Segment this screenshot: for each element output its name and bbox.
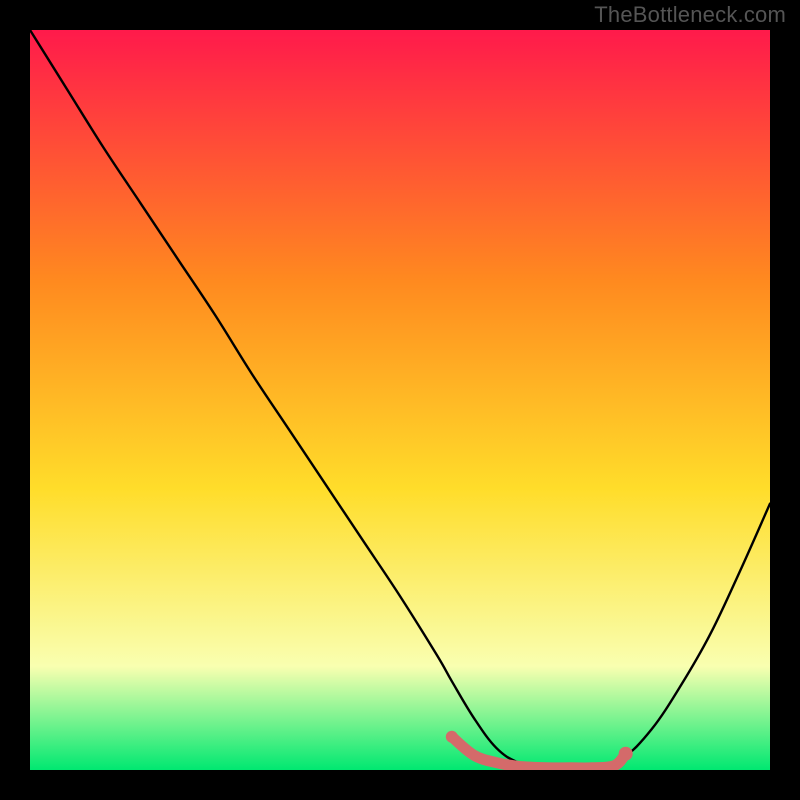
- gradient-background: [30, 30, 770, 770]
- optimal-start-dot: [446, 731, 458, 743]
- optimal-end-dot: [619, 747, 633, 761]
- chart-frame: TheBottleneck.com: [0, 0, 800, 800]
- watermark-text: TheBottleneck.com: [594, 2, 786, 28]
- chart-svg: [30, 30, 770, 770]
- plot-area: [30, 30, 770, 770]
